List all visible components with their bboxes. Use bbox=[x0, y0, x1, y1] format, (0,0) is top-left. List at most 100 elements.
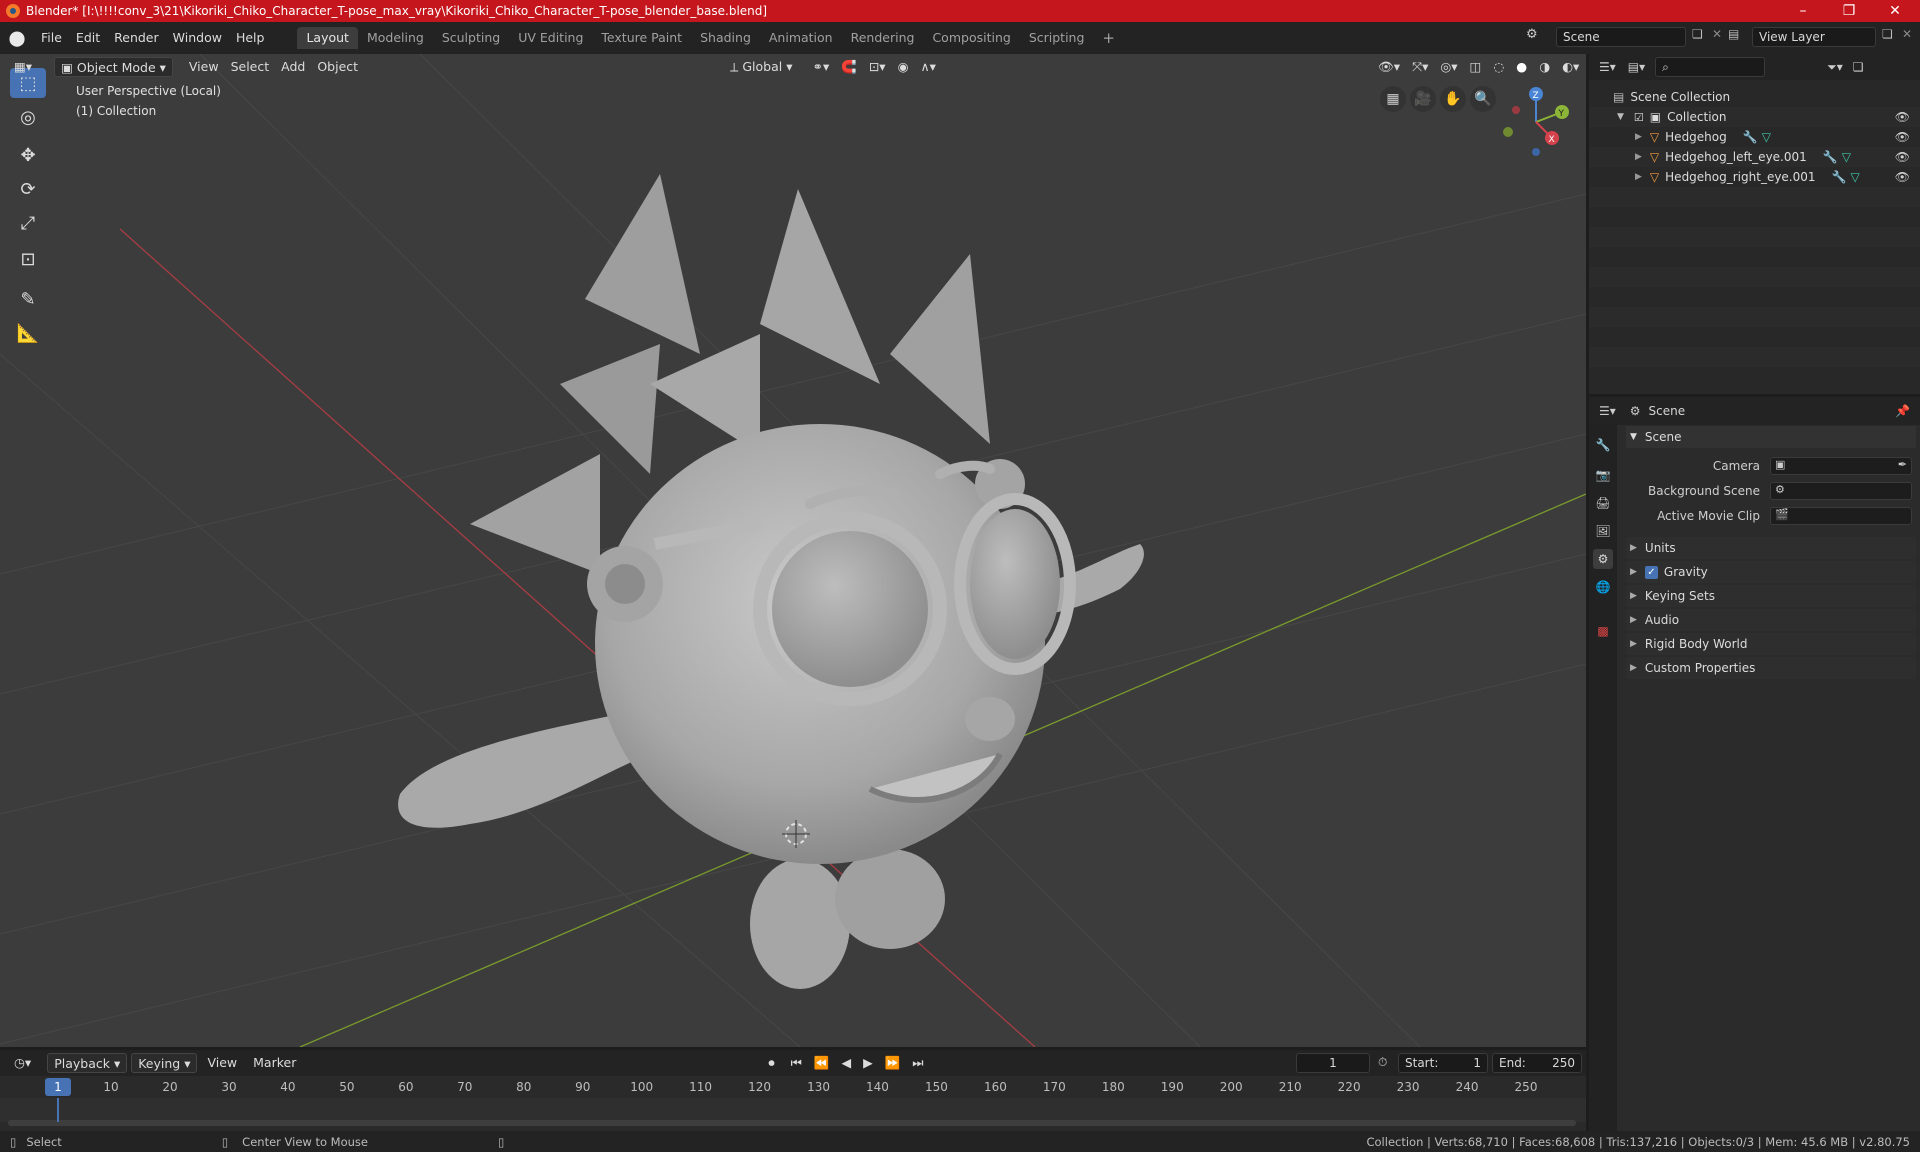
overlay-toggle-icon[interactable]: ◎▾ bbox=[1434, 57, 1463, 77]
snap-target-icon[interactable]: ⊡▾ bbox=[863, 57, 892, 77]
jump-keyframe-forward-icon[interactable]: ⏩ bbox=[879, 1053, 907, 1073]
3d-viewport[interactable]: User Perspective (Local) (1) Collection … bbox=[0, 54, 1586, 1047]
add-menu[interactable]: Add bbox=[275, 57, 311, 77]
custom-properties-section[interactable]: ▶ Custom Properties bbox=[1626, 657, 1916, 679]
filter-icon[interactable]: ⏷▾ bbox=[1827, 60, 1843, 75]
gravity-checkbox[interactable]: ✓ bbox=[1644, 565, 1658, 579]
expand-arrow-icon[interactable]: ▶ bbox=[1635, 152, 1642, 162]
texture-tab-icon[interactable]: ▩ bbox=[1593, 621, 1613, 641]
eyedropper-icon[interactable]: ✒ bbox=[1898, 458, 1907, 471]
tab-animation[interactable]: Animation bbox=[760, 27, 842, 49]
play-icon[interactable]: ▶ bbox=[857, 1053, 879, 1073]
tab-sculpting[interactable]: Sculpting bbox=[433, 27, 509, 49]
scene-collection-row[interactable]: ▤ Scene Collection bbox=[1589, 87, 1920, 107]
tab-modeling[interactable]: Modeling bbox=[358, 27, 433, 49]
pivot-point-icon[interactable]: ⚭▾ bbox=[806, 57, 835, 77]
keying-menu[interactable]: Keying ▾ bbox=[131, 1053, 198, 1073]
scene-tab-icon[interactable]: ⚙ bbox=[1593, 549, 1613, 569]
camera-view-button[interactable]: 🎥 bbox=[1410, 86, 1436, 112]
record-icon[interactable]: ⏺ bbox=[762, 1053, 780, 1073]
transform-orientation-select[interactable]: ⟂ Global ▾ bbox=[724, 57, 798, 77]
world-tab-icon[interactable]: 🌐 bbox=[1593, 577, 1613, 597]
scale-tool[interactable]: ⤢ bbox=[10, 208, 46, 238]
display-mode-icon[interactable]: ▤▾ bbox=[1628, 60, 1645, 74]
toggle-grid-button[interactable]: ▦ bbox=[1380, 86, 1406, 112]
falloff-icon[interactable]: ∧▾ bbox=[914, 57, 941, 77]
current-frame-field[interactable]: 1 bbox=[1296, 1053, 1370, 1073]
minimize-button[interactable]: – bbox=[1780, 0, 1826, 22]
select-menu[interactable]: Select bbox=[225, 57, 276, 77]
background-scene-field[interactable]: ⚙ bbox=[1770, 482, 1912, 500]
tab-texture-paint[interactable]: Texture Paint bbox=[592, 27, 691, 49]
units-section[interactable]: ▶ Units bbox=[1626, 537, 1916, 559]
solid-shading-icon[interactable]: ● bbox=[1510, 57, 1533, 77]
camera-field[interactable]: ▣ ✒ bbox=[1770, 457, 1912, 475]
cursor-tool[interactable]: ◎ bbox=[10, 102, 46, 132]
start-frame-field[interactable]: Start: 1 bbox=[1398, 1053, 1488, 1073]
view-menu[interactable]: View bbox=[183, 57, 225, 77]
tab-compositing[interactable]: Compositing bbox=[923, 27, 1019, 49]
timeline-view-menu[interactable]: View bbox=[201, 1053, 243, 1073]
collection-visibility-icon[interactable]: 👁 bbox=[1895, 110, 1910, 124]
jump-keyframe-back-icon[interactable]: ⏪ bbox=[808, 1053, 836, 1073]
material-shading-icon[interactable]: ◑ bbox=[1533, 57, 1556, 77]
tab-shading[interactable]: Shading bbox=[691, 27, 760, 49]
blender-menu-icon[interactable]: ⬤ bbox=[0, 29, 34, 47]
scene-panel-header[interactable]: ▼ Scene bbox=[1626, 426, 1916, 448]
snap-icon[interactable]: 🧲 bbox=[835, 57, 863, 77]
timeline-editor-icon[interactable]: ◷▾ bbox=[8, 1053, 37, 1073]
menu-file[interactable]: File bbox=[34, 27, 69, 49]
menu-window[interactable]: Window bbox=[166, 27, 229, 49]
outliner-editor-icon[interactable]: ☰▾ bbox=[1599, 60, 1616, 74]
object-visibility-icon[interactable]: 👁 bbox=[1895, 150, 1910, 164]
menu-help[interactable]: Help bbox=[229, 27, 272, 49]
editor-type-icon[interactable]: ▦▾ bbox=[8, 57, 38, 77]
active-movie-clip-field[interactable]: 🎬 bbox=[1770, 507, 1912, 525]
pin-icon[interactable]: 📌 bbox=[1895, 404, 1910, 418]
tab-layout[interactable]: Layout bbox=[297, 27, 358, 49]
delete-scene-icon[interactable]: ✕ bbox=[1712, 27, 1722, 41]
play-reverse-icon[interactable]: ◀ bbox=[835, 1053, 857, 1073]
keying-sets-section[interactable]: ▶ Keying Sets bbox=[1626, 585, 1916, 607]
annotate-tool[interactable]: ✎ bbox=[10, 284, 46, 314]
expand-arrow-icon[interactable]: ▶ bbox=[1635, 132, 1642, 142]
new-scene-icon[interactable]: ❏ bbox=[1692, 27, 1703, 41]
collapse-arrow-icon[interactable]: ▼ bbox=[1617, 112, 1624, 122]
view-layer-field[interactable]: View Layer bbox=[1752, 27, 1876, 47]
gizmo-toggle-icon[interactable]: ⤧▾ bbox=[1406, 57, 1434, 77]
tab-rendering[interactable]: Rendering bbox=[842, 27, 924, 49]
object-visibility-icon[interactable]: 👁 bbox=[1895, 130, 1910, 144]
gravity-section[interactable]: ▶ ✓ Gravity bbox=[1626, 561, 1916, 583]
mode-select[interactable]: ▣ Object Mode ▾ bbox=[54, 57, 173, 77]
pan-view-button[interactable]: ✋ bbox=[1440, 86, 1466, 112]
menu-render[interactable]: Render bbox=[107, 27, 166, 49]
tab-uv-editing[interactable]: UV Editing bbox=[509, 27, 592, 49]
rigid-body-world-section[interactable]: ▶ Rigid Body World bbox=[1626, 633, 1916, 655]
proportional-edit-icon[interactable]: ◉ bbox=[892, 57, 915, 77]
jump-start-icon[interactable]: ⏮ bbox=[785, 1053, 808, 1073]
jump-end-icon[interactable]: ⏭ bbox=[906, 1053, 929, 1073]
output-tab-icon[interactable]: 🖨 bbox=[1593, 493, 1613, 513]
outliner-object-row[interactable]: ▶ ▽ Hedgehog 🔧 ▽ 👁 bbox=[1589, 127, 1920, 147]
move-tool[interactable]: ✥ bbox=[10, 140, 46, 170]
render-tab-icon[interactable]: 📷 bbox=[1593, 465, 1613, 485]
marker-menu[interactable]: Marker bbox=[247, 1053, 302, 1073]
view-layer-tab-icon[interactable]: 🖼 bbox=[1593, 521, 1613, 541]
new-collection-icon[interactable]: ❏ bbox=[1853, 60, 1864, 74]
audio-section[interactable]: ▶ Audio bbox=[1626, 609, 1916, 631]
zoom-view-button[interactable]: 🔍 bbox=[1470, 86, 1496, 112]
outliner-object-row[interactable]: ▶ ▽ Hedgehog_left_eye.001 🔧 ▽ 👁 bbox=[1589, 147, 1920, 167]
wireframe-shading-icon[interactable]: ◌ bbox=[1487, 57, 1510, 77]
playback-menu[interactable]: Playback ▾ bbox=[47, 1053, 128, 1073]
scene-selector-icon[interactable]: ⚙ bbox=[1526, 27, 1548, 47]
use-preview-range-icon[interactable]: ⏱ bbox=[1378, 1055, 1387, 1070]
maximize-button[interactable]: ❐ bbox=[1826, 0, 1872, 22]
delete-view-layer-icon[interactable]: ✕ bbox=[1902, 27, 1912, 41]
transform-tool[interactable]: ⊡ bbox=[10, 244, 46, 274]
collection-checkbox[interactable]: ☑ bbox=[1634, 111, 1644, 124]
collection-row[interactable]: ▼ ☑ ▣ Collection 👁 bbox=[1589, 107, 1920, 127]
hedgehog-model[interactable] bbox=[398, 174, 1144, 989]
object-visibility-icon[interactable]: 👁 bbox=[1895, 170, 1910, 184]
rendered-shading-icon[interactable]: ◐▾ bbox=[1556, 57, 1585, 77]
properties-editor-icon[interactable]: ☰▾ bbox=[1599, 404, 1616, 418]
